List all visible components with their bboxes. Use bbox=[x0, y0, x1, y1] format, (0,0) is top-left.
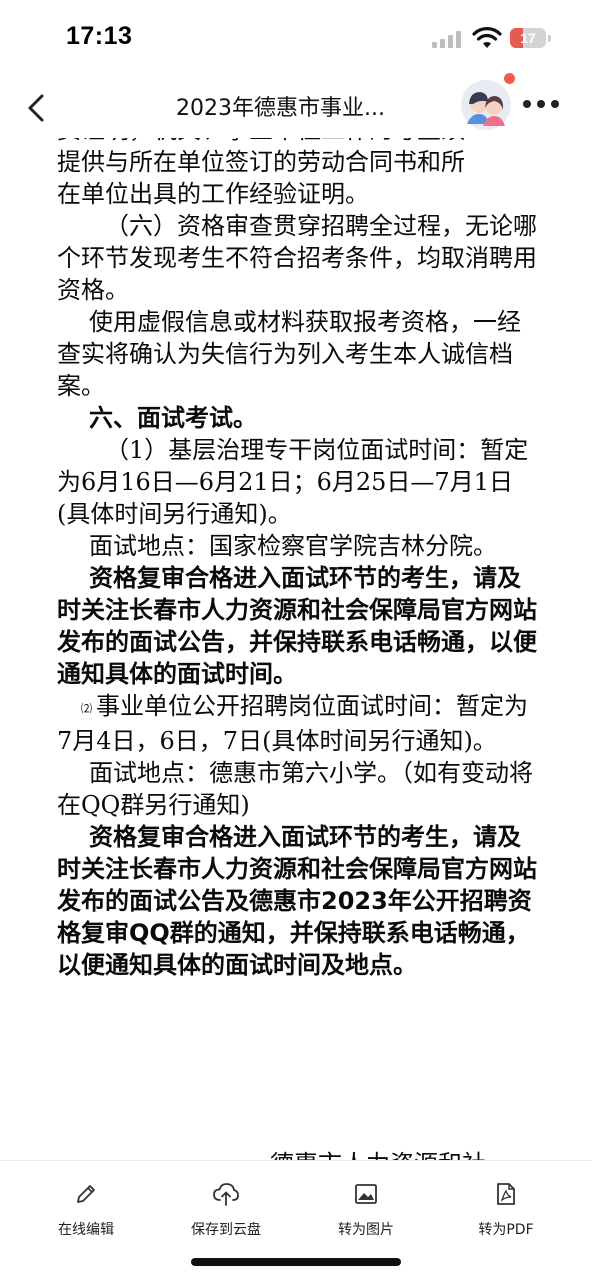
item-number-2: ⑵ bbox=[81, 702, 92, 715]
doc-line-2: 在单位出具的工作经验证明。 bbox=[57, 180, 369, 208]
back-chevron-icon[interactable] bbox=[22, 88, 52, 128]
more-options-icon[interactable] bbox=[523, 100, 559, 112]
edit-online-label: 在线编辑 bbox=[58, 1222, 114, 1238]
doc-line-cut-top: 资证明，机关、事业单位工作的考生须 bbox=[57, 138, 537, 146]
nav-bar: 2023年德惠市事业... bbox=[0, 73, 592, 138]
battery-icon: 17 bbox=[510, 28, 552, 50]
cellular-signal-icon bbox=[432, 30, 466, 48]
wifi-icon bbox=[472, 27, 502, 48]
doc-paragraph-interview-2: ⑵ 事业单位公开招聘岗位面试时间：暂定为7月4日，6日，7日(具体时间另行通知)。 bbox=[57, 690, 537, 757]
status-time: 17:13 bbox=[66, 22, 133, 50]
save-to-cloud-label: 保存到云盘 bbox=[191, 1222, 261, 1238]
doc-paragraph-interview-2-text: 事业单位公开招聘岗位面试时间：暂定为7月4日，6日，7日(具体时间另行通知)。 bbox=[57, 692, 528, 755]
notification-dot bbox=[504, 73, 515, 84]
image-icon bbox=[355, 1184, 377, 1204]
section-heading-interview: 六、面试考试。 bbox=[89, 404, 257, 432]
cloud-upload-icon bbox=[213, 1183, 239, 1206]
doc-paragraph-notice-2: 资格复审合格进入面试环节的考生，请及时关注长春市人力资源和社会保障局官方网站发布… bbox=[57, 823, 537, 979]
doc-line-1: 提供与所在单位签订的劳动合同书和所 bbox=[57, 148, 465, 176]
convert-to-image-label: 转为图片 bbox=[338, 1222, 394, 1238]
convert-to-pdf-label: 转为PDF bbox=[478, 1222, 534, 1238]
document-title: 2023年德惠市事业... bbox=[176, 96, 385, 121]
user-avatar[interactable] bbox=[461, 80, 511, 130]
status-bar: 17:13 17 bbox=[0, 0, 592, 78]
edit-online-button[interactable]: 在线编辑 bbox=[26, 1181, 146, 1239]
document-viewer[interactable]: 资证明，机关、事业单位工作的考生须 提供与所在单位签订的劳动合同书和所 在单位出… bbox=[0, 138, 592, 1160]
doc-paragraph-location-2: 面试地点：德惠市第六小学。（如有变动将在QQ群另行通知) bbox=[57, 759, 533, 819]
battery-level: 17 bbox=[520, 30, 536, 46]
doc-paragraph-interview-1: （1）基层治理专干岗位面试时间：暂定为6月16日—6月21日；6月25日—7月1… bbox=[57, 436, 529, 528]
pdf-icon bbox=[497, 1183, 515, 1205]
convert-to-pdf-button[interactable]: 转为PDF bbox=[446, 1181, 566, 1239]
convert-to-image-button[interactable]: 转为图片 bbox=[306, 1181, 426, 1239]
signature-line-partial: 德惠市人力资源和社 bbox=[270, 1144, 486, 1160]
doc-paragraph-false-info: 使用虚假信息或材料获取报考资格，一经查实将确认为失信行为列入考生本人诚信档案。 bbox=[57, 308, 521, 400]
pencil-icon bbox=[77, 1185, 95, 1203]
doc-paragraph-location-1: 面试地点：国家检察官学院吉林分院。 bbox=[89, 532, 497, 560]
home-indicator[interactable] bbox=[191, 1258, 401, 1266]
save-to-cloud-button[interactable]: 保存到云盘 bbox=[166, 1181, 286, 1239]
doc-paragraph-6: （六）资格审查贯穿招聘全过程，无论哪个环节发现考生不符合招考条件，均取消聘用资格… bbox=[57, 212, 537, 304]
document-body: 资证明，机关、事业单位工作的考生须 提供与所在单位签订的劳动合同书和所 在单位出… bbox=[57, 138, 537, 981]
doc-paragraph-notice-1: 资格复审合格进入面试环节的考生，请及时关注长春市人力资源和社会保障局官方网站发布… bbox=[57, 564, 537, 688]
